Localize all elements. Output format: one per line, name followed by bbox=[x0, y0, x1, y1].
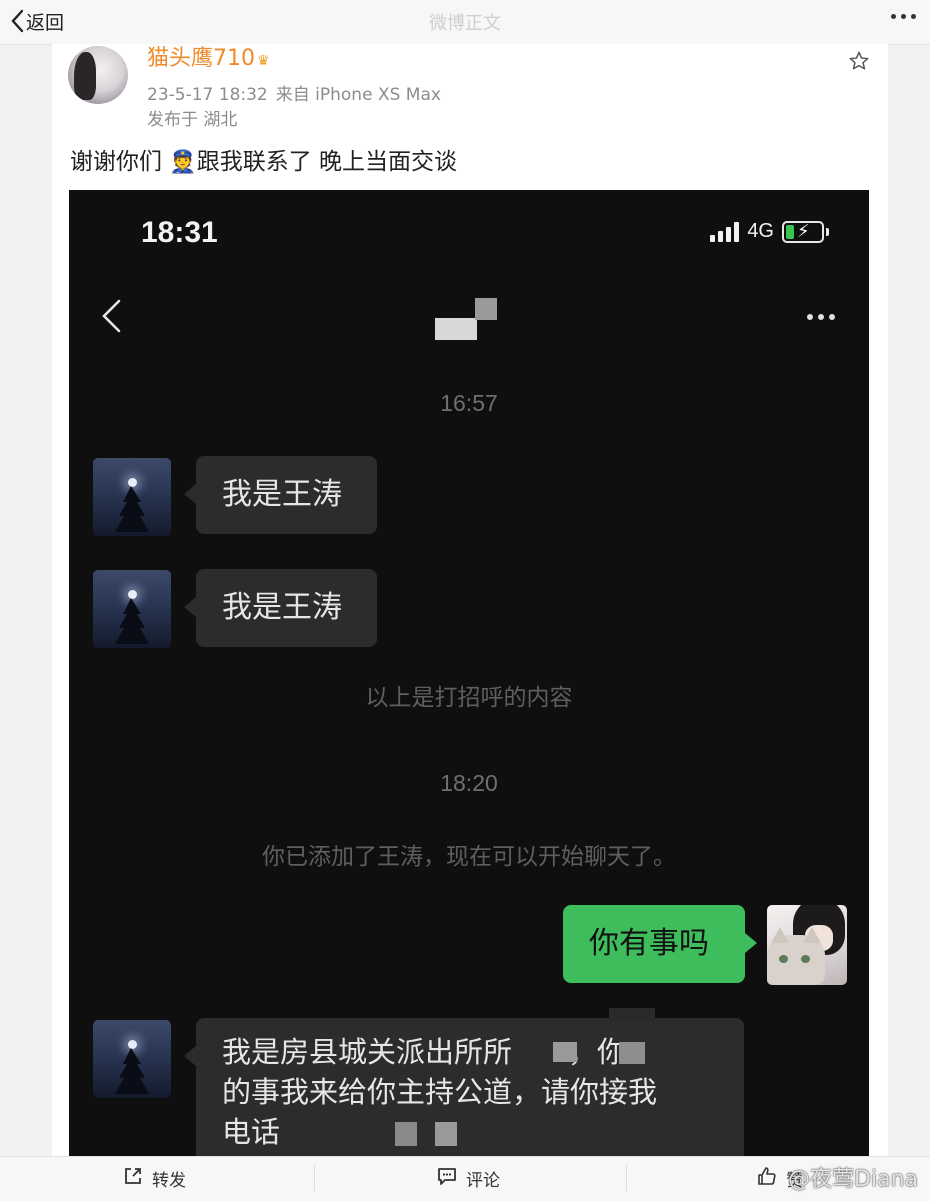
redaction-block bbox=[619, 1042, 645, 1064]
network-type: 4G bbox=[747, 220, 774, 242]
watermark: @夜莺Diana bbox=[788, 1167, 918, 1192]
dot-icon bbox=[901, 14, 906, 19]
share-icon bbox=[122, 1165, 144, 1192]
dot-icon bbox=[911, 14, 916, 19]
message-line-1: 我是房县城关派出所所 bbox=[222, 1035, 513, 1069]
message-line-3: 电话 bbox=[222, 1115, 281, 1149]
author-name[interactable]: 猫头鹰710 ♛ bbox=[147, 44, 270, 72]
chat-timestamp: 18:20 bbox=[440, 770, 498, 796]
favorite-star-icon[interactable] bbox=[848, 50, 870, 76]
dot-icon bbox=[891, 14, 896, 19]
battery-charging-icon: ⚡ bbox=[782, 220, 824, 243]
police-emoji-icon: 👮 bbox=[169, 150, 197, 175]
comment-button[interactable]: 评论 bbox=[436, 1165, 500, 1192]
incoming-message-long: 我是房县城关派出所所 ，你 的事我来给你主持公道，请你接我 电话 bbox=[184, 1018, 744, 1156]
post-source: 来自 iPhone XS Max bbox=[275, 85, 441, 105]
post-location: 发布于 湖北 bbox=[147, 110, 238, 130]
contact-avatar bbox=[93, 570, 171, 648]
more-options-button[interactable] bbox=[891, 14, 916, 19]
status-time: 18:31 bbox=[141, 216, 218, 249]
outgoing-message: 你有事吗 bbox=[563, 905, 757, 983]
redaction-block bbox=[553, 1042, 577, 1062]
thumbs-up-icon bbox=[756, 1165, 778, 1192]
post-text-part1: 谢谢你们 bbox=[70, 149, 162, 175]
signal-icon bbox=[710, 221, 740, 242]
system-note: 你已添加了王涛，现在可以开始聊天了。 bbox=[262, 844, 676, 870]
comment-icon bbox=[436, 1165, 458, 1192]
author-avatar[interactable] bbox=[68, 46, 128, 104]
author-name-text: 猫头鹰710 bbox=[147, 46, 255, 71]
redaction-block bbox=[395, 1122, 417, 1146]
incoming-message: 我是王涛 bbox=[184, 456, 377, 534]
chat-back-icon bbox=[99, 298, 123, 338]
post-text: 谢谢你们 👮跟我联系了 晚上当面交谈 bbox=[70, 142, 457, 176]
status-icons: 4G ⚡ bbox=[710, 220, 829, 243]
repost-label: 转发 bbox=[152, 1171, 186, 1191]
self-avatar bbox=[767, 905, 847, 985]
post-meta: 23-5-17 18:32 来自 iPhone XS Max bbox=[147, 80, 441, 105]
contact-avatar bbox=[93, 1020, 171, 1098]
contact-avatar bbox=[93, 458, 171, 536]
redaction-block bbox=[435, 1122, 457, 1146]
page-title: 微博正文 bbox=[429, 13, 501, 34]
bottom-action-bar: 转发 评论 赞 @夜莺Diana bbox=[0, 1156, 930, 1201]
message-line-2: 的事我来给你主持公道，请你接我 bbox=[222, 1075, 658, 1109]
incoming-message: 我是王涛 bbox=[184, 569, 377, 647]
crown-badge-icon: ♛ bbox=[257, 53, 270, 69]
chat-screenshot-image[interactable]: 18:31 4G ⚡ 16:57 我是王涛 我是王涛 以上是打招呼的内容 18:… bbox=[69, 190, 869, 1156]
repost-button[interactable]: 转发 bbox=[122, 1165, 186, 1192]
top-navigation-bar: 返回 微博正文 bbox=[0, 0, 930, 45]
redacted-chat-title bbox=[435, 298, 497, 344]
redaction-block bbox=[609, 1008, 655, 1020]
post-card: 猫头鹰710 ♛ 23-5-17 18:32 来自 iPhone XS Max 发布… bbox=[52, 44, 888, 1156]
post-text-part2: 跟我联系了 晚上当面交谈 bbox=[196, 149, 458, 175]
comment-label: 评论 bbox=[466, 1171, 500, 1191]
post-time: 23-5-17 18:32 bbox=[147, 85, 268, 105]
system-note: 以上是打招呼的内容 bbox=[365, 685, 573, 711]
chat-more-icon bbox=[807, 314, 835, 320]
chat-timestamp: 16:57 bbox=[440, 390, 498, 416]
